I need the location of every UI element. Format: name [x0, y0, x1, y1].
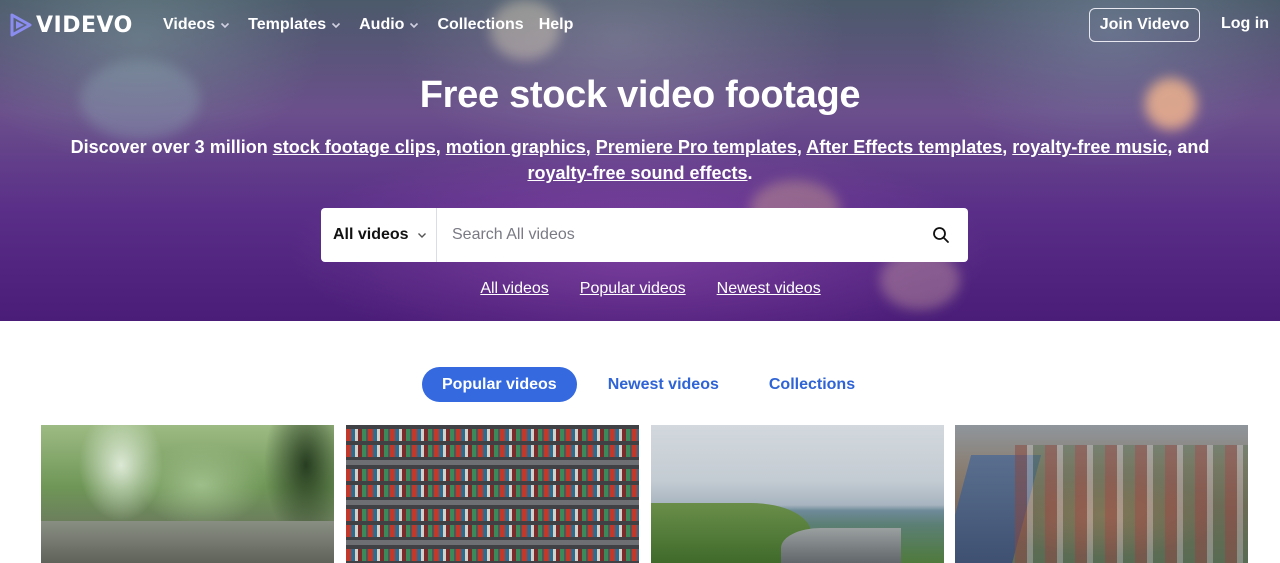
link-motion-graphics[interactable]: motion graphics	[446, 137, 586, 157]
nav-videos[interactable]: Videos	[163, 16, 230, 34]
nav-label: Videos	[163, 16, 216, 33]
chevron-down-icon	[417, 233, 426, 238]
search-input[interactable]	[437, 209, 914, 261]
video-thumbnail[interactable]	[41, 425, 334, 563]
brand-name: VIDEVO	[36, 12, 133, 38]
videvo-logo[interactable]: VIDEVO	[10, 12, 133, 38]
tab-collections[interactable]: Collections	[749, 367, 875, 402]
video-thumbnail[interactable]	[651, 425, 944, 563]
nav-label: Collections	[437, 16, 524, 33]
subtitle-sep: ,	[585, 137, 596, 157]
search-icon	[933, 227, 949, 243]
link-after-effects-templates[interactable]: After Effects templates	[806, 137, 1002, 157]
chevron-down-icon	[410, 22, 419, 29]
tab-newest-videos[interactable]: Newest videos	[588, 367, 739, 402]
link-stock-footage[interactable]: stock footage clips	[273, 137, 436, 157]
nav-templates[interactable]: Templates	[248, 16, 341, 34]
chevron-down-icon	[332, 22, 341, 29]
hero-title: Free stock video footage	[419, 74, 861, 116]
subtitle-sep: ,	[1002, 137, 1013, 157]
quick-link-newest-videos[interactable]: Newest videos	[717, 280, 821, 298]
nav-audio[interactable]: Audio	[359, 16, 419, 34]
nav-collections[interactable]: Collections	[437, 16, 523, 34]
hero-section: VIDEVO Videos Templates Audio Collection…	[0, 0, 1280, 321]
join-button[interactable]: Join Videvo	[1089, 8, 1200, 42]
subtitle-sep: ,	[435, 137, 446, 157]
subtitle-sep: , and	[1167, 137, 1210, 157]
tab-popular-videos[interactable]: Popular videos	[422, 367, 577, 402]
search-category-label: All videos	[333, 226, 409, 243]
search-button[interactable]	[914, 208, 968, 262]
thumbnail-image	[781, 528, 901, 563]
content-tabs: Popular videos Newest videos Collections	[422, 367, 875, 402]
thumbnail-image	[41, 521, 334, 563]
thumbnail-image	[1015, 445, 1248, 563]
chevron-down-icon	[221, 22, 230, 29]
nav-label: Templates	[248, 16, 327, 33]
hero-subtitle: Discover over 3 million stock footage cl…	[40, 134, 1240, 186]
subtitle-text: .	[747, 163, 753, 183]
play-logo-icon	[10, 13, 32, 37]
subtitle-sep: ,	[796, 137, 807, 157]
subtitle-text: Discover over 3 million	[70, 137, 273, 157]
link-royalty-free-sound-effects[interactable]: royalty-free sound effects	[527, 163, 747, 183]
link-royalty-free-music[interactable]: royalty-free music	[1012, 137, 1167, 157]
search-category-select[interactable]: All videos	[321, 208, 437, 262]
main-nav: Videos Templates Audio Collections Help	[163, 14, 588, 36]
nav-help[interactable]: Help	[539, 16, 574, 34]
nav-label: Help	[538, 16, 574, 33]
login-link[interactable]: Log in	[1221, 15, 1269, 33]
video-thumbnail[interactable]	[346, 425, 639, 563]
search-bar: All videos	[321, 208, 968, 262]
link-premiere-templates[interactable]: Premiere Pro templates	[596, 137, 797, 157]
quick-link-all-videos[interactable]: All videos	[480, 280, 548, 298]
quick-link-popular-videos[interactable]: Popular videos	[580, 280, 686, 298]
nav-label: Audio	[359, 16, 405, 33]
quick-links: All videos Popular videos Newest videos	[0, 280, 1280, 298]
video-thumbnail[interactable]	[955, 425, 1248, 563]
